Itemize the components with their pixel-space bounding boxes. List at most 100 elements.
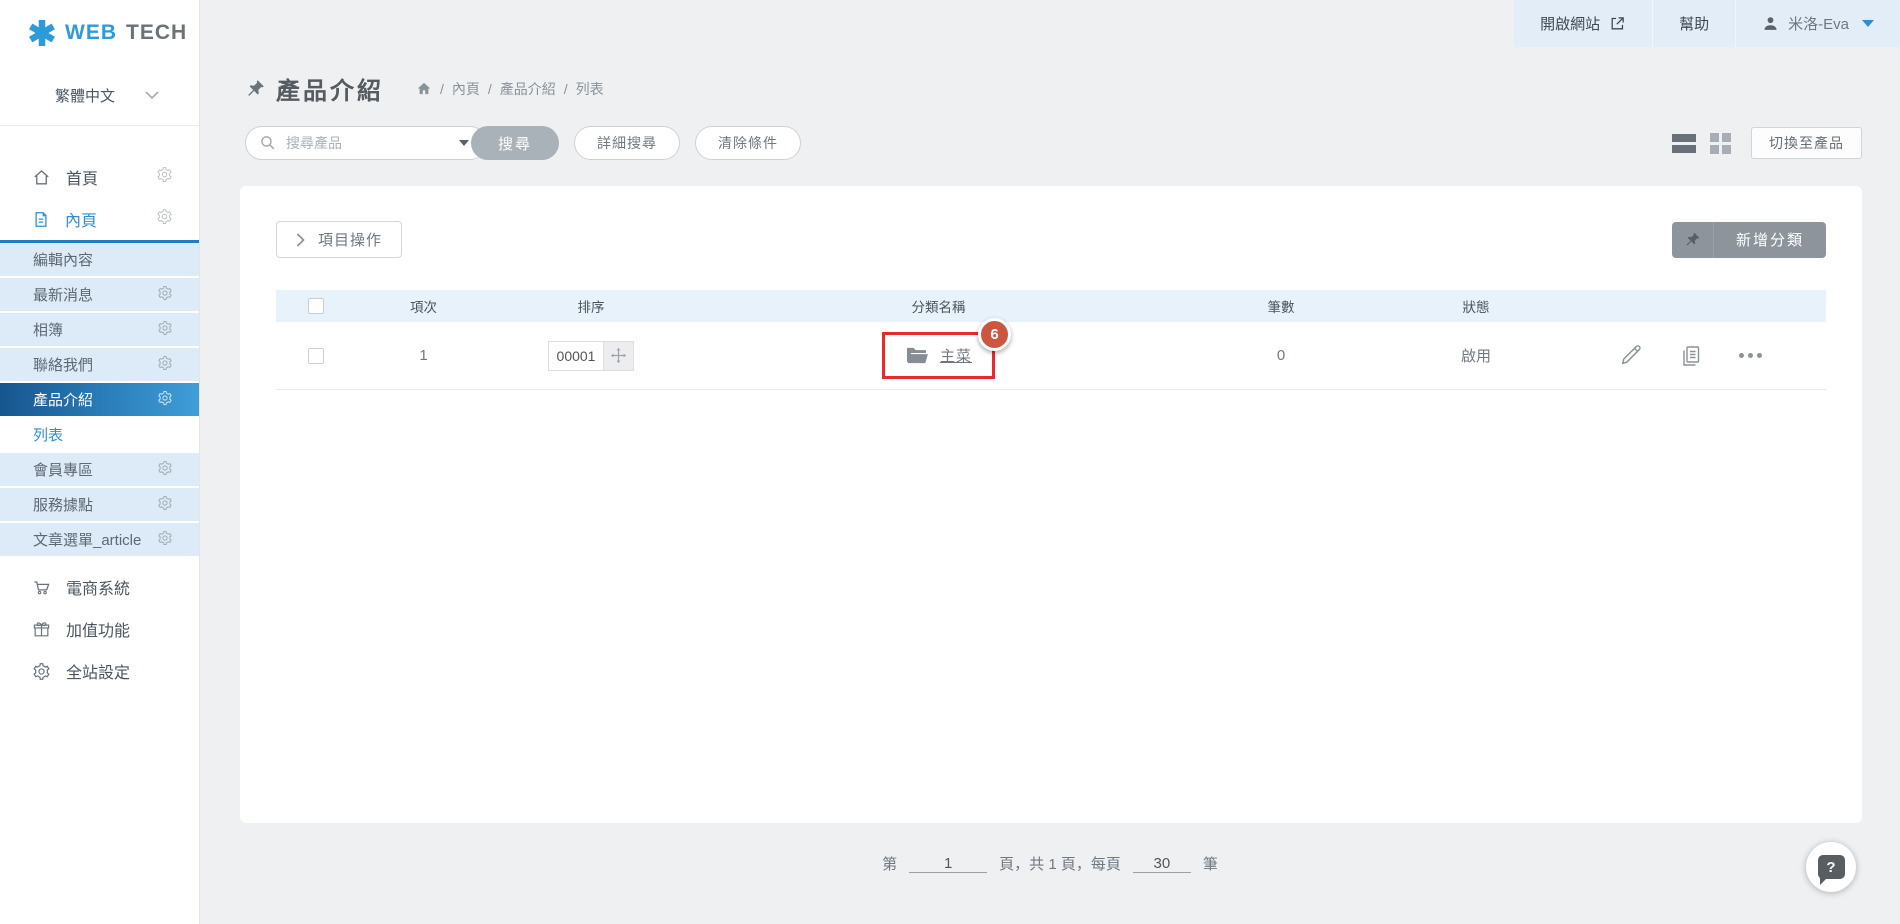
card-toolbar: 項目操作 新增分類	[276, 186, 1826, 258]
brand-name-primary: WEB	[65, 21, 117, 45]
column-header-sort: 排序	[491, 296, 691, 316]
sidebar-item-label: 聯絡我們	[33, 354, 93, 375]
search-group: 搜尋	[245, 126, 559, 160]
drag-handle[interactable]	[604, 341, 634, 371]
page-title: 產品介紹	[276, 71, 384, 106]
sidebar-item-contact-us[interactable]: 聯絡我們	[0, 348, 199, 383]
home-icon	[416, 81, 432, 96]
select-all-checkbox[interactable]	[308, 298, 324, 314]
breadcrumb-item[interactable]: 列表	[576, 79, 604, 99]
breadcrumb: / 內頁 / 產品介紹 / 列表	[416, 79, 604, 99]
sidebar-item-label: 文章選單_article	[33, 529, 141, 550]
sidebar-item-label: 服務據點	[33, 494, 93, 515]
sidebar-item-label: 電商系統	[66, 575, 130, 599]
row-actions	[1576, 343, 1826, 368]
view-controls: 切換至產品	[1672, 127, 1862, 159]
sidebar-item-inner-pages[interactable]: 內頁	[0, 198, 199, 240]
sidebar-item-members[interactable]: 會員專區	[0, 453, 199, 488]
main-area: 開啟網站 幫助 米洛-Eva 產品介紹 / 內頁 /	[200, 0, 1900, 924]
folder-icon	[905, 346, 928, 365]
sidebar-item-edit-content[interactable]: 編輯內容	[0, 243, 199, 278]
sidebar-item-news[interactable]: 最新消息	[0, 278, 199, 313]
topbar-right-group: 開啟網站 幫助 米洛-Eva	[1514, 0, 1900, 47]
breadcrumb-separator: /	[440, 81, 444, 97]
chevron-down-icon	[1862, 20, 1874, 27]
asterisk-logo-icon	[28, 19, 56, 47]
sort-order-input[interactable]	[548, 341, 604, 371]
open-site-link[interactable]: 開啟網站	[1514, 0, 1652, 47]
search-button[interactable]: 搜尋	[471, 126, 559, 160]
pagination-middle: 頁，共 1 頁，每頁	[999, 853, 1121, 874]
sidebar-item-label: 會員專區	[33, 459, 93, 480]
item-actions-button[interactable]: 項目操作	[276, 221, 402, 258]
sidebar-nav: 首頁 內頁 編輯內容 最新消息 相簿 聯絡我們	[0, 126, 199, 692]
table-row: 1 主菜 6 0 啟用	[276, 322, 1826, 390]
sidebar-item-label: 列表	[33, 424, 63, 445]
sidebar-item-ecommerce[interactable]: 電商系統	[0, 566, 199, 608]
more-actions-icon[interactable]	[1739, 353, 1762, 358]
search-icon	[259, 134, 276, 151]
sidebar-item-addons[interactable]: 加值功能	[0, 608, 199, 650]
gear-icon[interactable]	[156, 166, 173, 188]
topbar: 開啟網站 幫助 米洛-Eva	[200, 0, 1900, 47]
document-icon	[32, 210, 50, 229]
gear-icon[interactable]	[157, 390, 173, 410]
sidebar-item-article-menu[interactable]: 文章選單_article	[0, 523, 199, 558]
chevron-down-icon[interactable]	[459, 140, 469, 146]
breadcrumb-item[interactable]: 產品介紹	[500, 79, 556, 99]
gear-icon[interactable]	[157, 530, 173, 550]
sort-widget	[548, 341, 634, 371]
pin-icon	[245, 78, 266, 99]
sidebar-item-site-settings[interactable]: 全站設定	[0, 650, 199, 692]
help-fab-button[interactable]: ?	[1806, 842, 1856, 892]
page-number-input[interactable]	[909, 855, 987, 873]
sidebar-item-label: 編輯內容	[33, 249, 93, 270]
sidebar-item-list[interactable]: 列表	[0, 418, 199, 453]
user-name: 米洛-Eva	[1788, 13, 1849, 34]
pagination-prefix: 第	[882, 853, 897, 874]
add-category-group: 新增分類	[1672, 222, 1826, 258]
gear-icon[interactable]	[156, 208, 173, 230]
gear-icon[interactable]	[157, 460, 173, 480]
clear-filters-button[interactable]: 清除條件	[695, 126, 801, 160]
pin-icon	[1684, 231, 1701, 248]
tutorial-step-badge: 6	[978, 318, 1011, 351]
move-icon	[610, 347, 627, 364]
gear-icon[interactable]	[157, 495, 173, 515]
help-link[interactable]: 幫助	[1652, 0, 1735, 47]
column-header-index: 項次	[356, 296, 491, 316]
tutorial-highlight-box: 主菜 6	[882, 332, 995, 379]
item-actions-label: 項目操作	[318, 229, 382, 250]
sidebar-item-home[interactable]: 首頁	[0, 156, 199, 198]
copy-icon[interactable]	[1679, 344, 1703, 368]
sidebar-item-label: 全站設定	[66, 659, 130, 683]
breadcrumb-item[interactable]: 內頁	[452, 79, 480, 99]
sidebar-item-albums[interactable]: 相簿	[0, 313, 199, 348]
advanced-search-button[interactable]: 詳細搜尋	[574, 126, 680, 160]
add-category-button[interactable]: 新增分類	[1714, 222, 1826, 258]
sidebar-bottom-group: 電商系統 加值功能 全站設定	[0, 566, 199, 692]
list-view-toggle[interactable]	[1672, 134, 1696, 153]
edit-pencil-icon[interactable]	[1618, 343, 1643, 368]
per-page-input[interactable]	[1133, 855, 1191, 873]
sidebar-item-label: 最新消息	[33, 284, 93, 305]
open-site-label: 開啟網站	[1540, 13, 1600, 34]
column-header-count: 筆數	[1186, 296, 1376, 316]
brand-logo: WEB TECH	[0, 0, 199, 66]
app-window: WEB TECH 繁體中文 首頁 內頁 編輯內容 最新消息	[0, 0, 1900, 924]
sidebar-item-label: 內頁	[65, 207, 97, 231]
gear-icon[interactable]	[157, 355, 173, 375]
user-menu[interactable]: 米洛-Eva	[1735, 0, 1900, 47]
sidebar-item-service-locations[interactable]: 服務據點	[0, 488, 199, 523]
sidebar: WEB TECH 繁體中文 首頁 內頁 編輯內容 最新消息	[0, 0, 200, 924]
row-checkbox[interactable]	[308, 348, 324, 364]
grid-view-toggle[interactable]	[1710, 133, 1731, 154]
gear-icon[interactable]	[157, 285, 173, 305]
language-selector[interactable]: 繁體中文	[0, 66, 199, 126]
gear-icon[interactable]	[157, 320, 173, 340]
switch-to-products-button[interactable]: 切換至產品	[1751, 127, 1862, 159]
category-name-link[interactable]: 主菜	[940, 345, 972, 366]
sidebar-item-product-intro[interactable]: 產品介紹	[0, 383, 199, 418]
pin-button[interactable]	[1672, 222, 1714, 258]
search-input[interactable]	[245, 126, 487, 160]
